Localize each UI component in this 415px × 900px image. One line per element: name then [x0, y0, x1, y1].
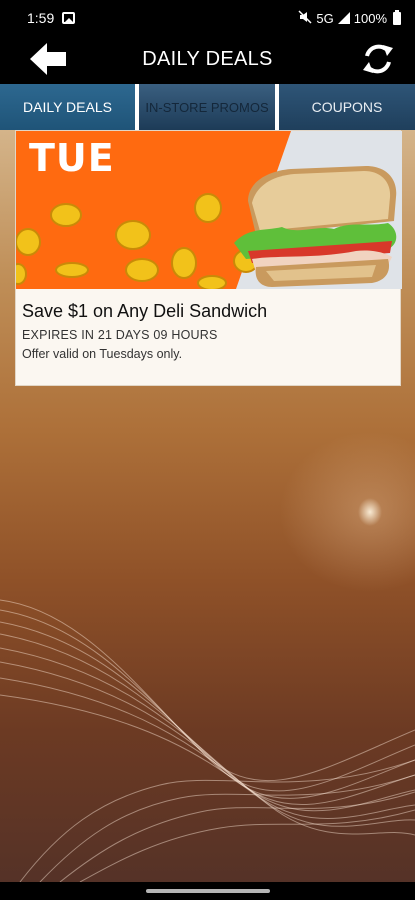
- deal-note: Offer valid on Tuesdays only.: [22, 347, 183, 361]
- tab-in-store-promos[interactable]: IN-STORE PROMOS: [139, 84, 275, 130]
- app-header: DAILY DEALS: [0, 36, 415, 83]
- refresh-icon: [363, 44, 393, 74]
- deal-banner-image: TUE: [16, 131, 402, 289]
- battery-icon: [393, 9, 401, 25]
- mute-icon: [298, 9, 312, 27]
- signal-icon: [337, 12, 350, 24]
- refresh-button[interactable]: [359, 40, 397, 78]
- network-label: 5G: [316, 10, 334, 26]
- battery-label: 100%: [353, 10, 387, 26]
- deal-title: Save $1 on Any Deli Sandwich: [22, 301, 268, 321]
- tab-coupons[interactable]: COUPONS: [279, 84, 415, 130]
- deals-content[interactable]: TUE Save $1 on Any Deli Sandwich EXPIRES…: [0, 130, 415, 882]
- home-gesture-handle[interactable]: [146, 889, 270, 893]
- background-waves-decoration: [0, 599, 415, 882]
- status-right: 5G 100%: [298, 9, 401, 27]
- back-button[interactable]: [28, 41, 68, 77]
- deal-expiry: EXPIRES IN 21 DAYS 09 HOURS: [22, 328, 218, 342]
- status-left: 1:59: [27, 10, 76, 26]
- image-notification-icon: [62, 12, 76, 24]
- back-arrow-icon: [30, 43, 66, 75]
- deal-card[interactable]: TUE Save $1 on Any Deli Sandwich EXPIRES…: [15, 130, 402, 386]
- page-title: DAILY DEALS: [142, 48, 273, 70]
- status-time: 1:59: [27, 10, 55, 26]
- tab-bar: DAILY DEALS IN-STORE PROMOS COUPONS: [0, 84, 415, 130]
- day-badge: TUE: [29, 136, 115, 180]
- tab-daily-deals[interactable]: DAILY DEALS: [0, 84, 135, 130]
- system-nav-bar: [0, 882, 415, 900]
- status-bar: 1:59 5G 100%: [0, 0, 415, 36]
